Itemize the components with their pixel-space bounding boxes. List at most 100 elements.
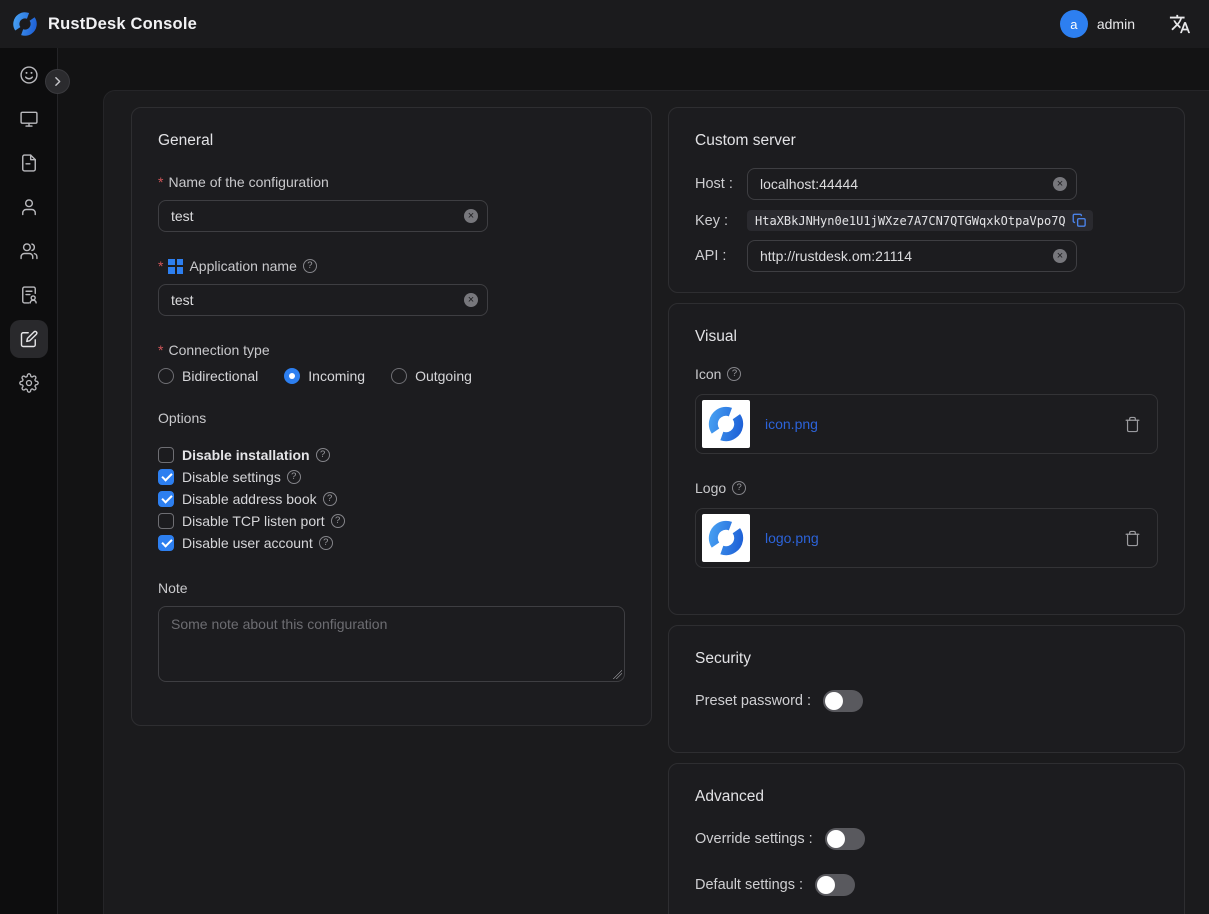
key-value: HtaXBkJNHyn0e1U1jWXze7A7CN7QTGWqxkOtpaVp… — [755, 214, 1066, 228]
connection-type-group: Bidirectional Incoming Outgoing — [158, 368, 625, 384]
smiley-icon — [19, 65, 39, 85]
note-textarea[interactable] — [158, 606, 625, 682]
default-settings-toggle[interactable] — [815, 874, 855, 896]
top-bar: RustDesk Console a admin — [0, 0, 1209, 48]
checkbox-unchecked[interactable] — [158, 447, 174, 463]
trash-icon[interactable] — [1124, 530, 1141, 547]
radio-icon — [391, 368, 407, 384]
radio-bidirectional[interactable]: Bidirectional — [158, 368, 258, 384]
copy-icon[interactable] — [1072, 213, 1087, 228]
clear-icon[interactable]: × — [464, 293, 478, 307]
edit-icon — [19, 329, 39, 349]
sidebar-item-dashboard[interactable] — [10, 56, 48, 94]
chevron-right-icon — [51, 75, 64, 88]
checkbox-checked[interactable] — [158, 491, 174, 507]
sidebar-item-groups[interactable] — [10, 232, 48, 270]
help-icon[interactable]: ? — [319, 536, 333, 550]
host-row: Host : × — [695, 168, 1158, 200]
help-icon[interactable]: ? — [287, 470, 301, 484]
override-settings-row: Override settings : — [695, 828, 1158, 850]
security-card: Security Preset password : — [668, 625, 1185, 753]
application-name-label: * Application name ? — [158, 258, 625, 274]
icon-file-link[interactable]: icon.png — [765, 416, 818, 432]
default-settings-row: Default settings : — [695, 874, 1158, 896]
help-icon[interactable]: ? — [323, 492, 337, 506]
user-name: admin — [1097, 16, 1135, 32]
visual-card: Visual Icon ? icon.png — [668, 303, 1185, 615]
audit-log-icon — [19, 285, 39, 305]
checkbox-checked[interactable] — [158, 469, 174, 485]
rustdesk-logo — [707, 519, 745, 557]
icon-label: Icon ? — [695, 366, 1158, 382]
general-card: General * Name of the configuration × * … — [131, 107, 652, 726]
config-name-input[interactable] — [158, 200, 488, 232]
sidebar-expand-button[interactable] — [45, 69, 70, 94]
visual-title: Visual — [695, 328, 1158, 346]
option-disable-address-book: Disable address book ? — [158, 488, 625, 510]
custom-server-card: Custom server Host : × Key : HtaXBkJNHy — [668, 107, 1185, 293]
windows-icon — [168, 259, 183, 274]
sidebar-item-users[interactable] — [10, 188, 48, 226]
override-settings-toggle[interactable] — [825, 828, 865, 850]
icon-file-row: icon.png — [695, 394, 1158, 454]
sidebar-item-settings[interactable] — [10, 364, 48, 402]
clear-icon[interactable]: × — [1053, 177, 1067, 191]
sidebar-item-sessions[interactable] — [10, 144, 48, 182]
rustdesk-logo — [12, 11, 38, 37]
api-input[interactable] — [747, 240, 1077, 272]
option-disable-tcp-listen-port: Disable TCP listen port ? — [158, 510, 625, 532]
brand: RustDesk Console — [12, 11, 197, 37]
required-marker: * — [158, 174, 163, 190]
help-icon[interactable]: ? — [331, 514, 345, 528]
default-settings-label: Default settings : — [695, 877, 803, 893]
radio-icon — [158, 368, 174, 384]
avatar[interactable]: a — [1060, 10, 1088, 38]
radio-outgoing[interactable]: Outgoing — [391, 368, 472, 384]
radio-icon-checked — [284, 368, 300, 384]
clear-icon[interactable]: × — [1053, 249, 1067, 263]
application-name-field-wrap: × — [158, 284, 488, 316]
host-input[interactable] — [747, 168, 1077, 200]
clear-icon[interactable]: × — [464, 209, 478, 223]
rustdesk-logo — [707, 405, 745, 443]
help-icon[interactable]: ? — [316, 448, 330, 462]
help-icon[interactable]: ? — [727, 367, 741, 381]
option-disable-installation: Disable installation ? — [158, 444, 625, 466]
app-title: RustDesk Console — [48, 15, 197, 34]
trash-icon[interactable] — [1124, 416, 1141, 433]
key-row: Key : HtaXBkJNHyn0e1U1jWXze7A7CN7QTGWqxk… — [695, 210, 1158, 231]
option-disable-settings: Disable settings ? — [158, 466, 625, 488]
security-title: Security — [695, 650, 1158, 668]
config-name-field-wrap: × — [158, 200, 488, 232]
monitor-icon — [19, 109, 39, 129]
sidebar-item-devices[interactable] — [10, 100, 48, 138]
host-field-wrap: × — [747, 168, 1077, 200]
checkbox-unchecked[interactable] — [158, 513, 174, 529]
preset-password-label: Preset password : — [695, 693, 811, 709]
radio-incoming[interactable]: Incoming — [284, 368, 365, 384]
application-name-input[interactable] — [158, 284, 488, 316]
override-settings-label: Override settings : — [695, 831, 813, 847]
logo-file-row: logo.png — [695, 508, 1158, 568]
key-label: Key : — [695, 213, 747, 229]
sidebar-item-audit[interactable] — [10, 276, 48, 314]
api-row: API : × — [695, 240, 1158, 272]
help-icon[interactable]: ? — [303, 259, 317, 273]
general-title: General — [158, 132, 625, 150]
help-icon[interactable]: ? — [732, 481, 746, 495]
logo-file-link[interactable]: logo.png — [765, 530, 819, 546]
note-label: Note — [158, 580, 625, 596]
option-disable-user-account: Disable user account ? — [158, 532, 625, 554]
users-icon — [19, 241, 39, 261]
logo-label: Logo ? — [695, 480, 1158, 496]
sidebar-item-custom-clients[interactable] — [10, 320, 48, 358]
preset-password-row: Preset password : — [695, 690, 1158, 712]
content-area: General * Name of the configuration × * … — [58, 48, 1209, 914]
preset-password-toggle[interactable] — [823, 690, 863, 712]
required-marker: * — [158, 258, 163, 274]
checkbox-checked[interactable] — [158, 535, 174, 551]
document-icon — [19, 153, 39, 173]
options-label: Options — [158, 410, 625, 426]
translate-icon[interactable] — [1169, 13, 1191, 35]
advanced-card: Advanced Override settings : Default set… — [668, 763, 1185, 914]
